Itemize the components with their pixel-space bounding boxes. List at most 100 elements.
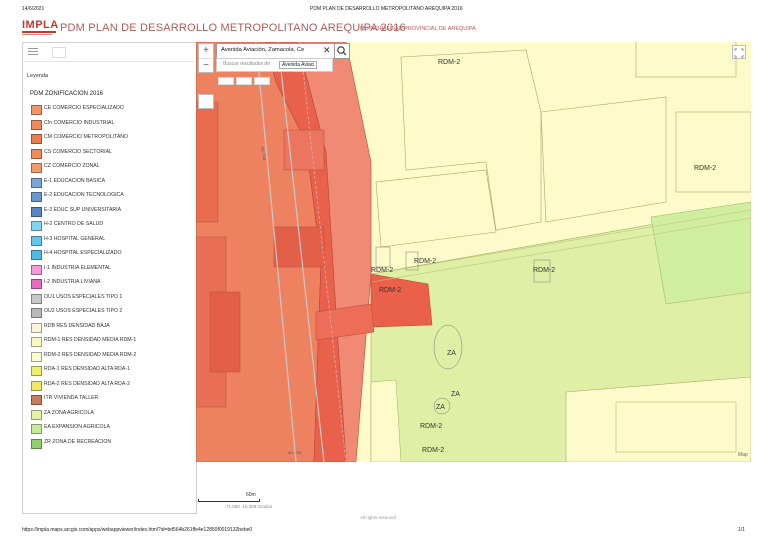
legend-label: RDB RES DENSIDAD BAJA: [44, 322, 110, 329]
label-rdm2-e: RDM-2: [533, 267, 555, 274]
legend-item: EA EXPANSION AGRICOLA: [31, 423, 191, 438]
legend-item: E-2 EDUCACION TECNOLOGICA: [31, 191, 191, 206]
legend-item: RDM-1 RES DENSIDAD MEDIA RDM-1: [31, 336, 191, 351]
legend-item: H-3 HOSPITAL GENERAL: [31, 235, 191, 250]
label-rdm2-b: RDM-2: [694, 165, 716, 172]
label-rdm2-d: RDM-2: [414, 258, 436, 265]
rdm2-zone-south: [565, 376, 751, 462]
cm-block-c: [209, 291, 241, 373]
label-road-b: AV. 743: [288, 450, 302, 455]
legend-heading: Leyenda: [27, 73, 49, 79]
logo-rule: [22, 31, 56, 33]
label-za-b: ZA: [451, 391, 460, 398]
legend-swatch: [31, 351, 42, 362]
label-rdm2-g: RDM-2: [420, 423, 442, 430]
legend-label: CZ COMERCIO ZONAL: [44, 163, 100, 169]
legend-label: I-1 INDUSTRIA ELEMENTAL: [44, 264, 112, 271]
suggestion-prefix: Buscar resultados de: [223, 61, 270, 67]
legend-label: E-3 EDUC SUP UNIVERSITARIA: [44, 206, 122, 213]
legend-swatch: [31, 264, 42, 275]
legend-swatch: [31, 105, 42, 115]
legend-item: E-3 EDUC SUP UNIVERSITARIA: [31, 206, 191, 221]
fullscreen-icon[interactable]: [732, 45, 746, 59]
tab-1[interactable]: [218, 77, 234, 85]
legend-swatch: [31, 279, 42, 289]
legend-label: H-3 HOSPITAL GENERAL: [44, 235, 106, 242]
legend-label: RDA-1 RES DENSIDAD ALTA RDA-1: [44, 366, 130, 372]
legend-swatch: [31, 322, 42, 333]
legend-swatch: [31, 308, 42, 318]
print-page-number: 1/1: [738, 527, 745, 533]
print-url: https://impla.maps.arcgis.com/apps/webap…: [22, 527, 253, 533]
label-rdm2-f: RDM-2: [379, 287, 401, 294]
tab-2[interactable]: [236, 77, 252, 85]
legend-swatch: [31, 221, 42, 231]
legend-swatch: [31, 409, 42, 420]
suggestion-highlight: Avenida Aviaci: [279, 61, 318, 69]
legend-swatch: [31, 192, 42, 202]
legend-swatch: [31, 134, 42, 144]
legend-label: H-2 CENTRO DE SALUD: [44, 221, 104, 227]
legend-label: ITR VIVIENDA TALLER: [44, 395, 99, 401]
legend-item: ZR ZONA DE RECREACION: [31, 438, 191, 453]
rdm2-zone-sw: [370, 379, 402, 462]
label-rdm2-a: RDM-2: [438, 59, 460, 66]
legend-item: RDB RES DENSIDAD BAJA: [31, 322, 191, 337]
legend-label: I-2 INDUSTRIA LIVIANA: [44, 279, 101, 285]
layer-list-icon[interactable]: [52, 47, 66, 58]
scale-label: 60m: [246, 492, 256, 498]
home-button[interactable]: [198, 94, 214, 109]
search-input[interactable]: Avenida Aviación, Zamacola, Ce ✕: [216, 43, 335, 59]
legend-item: CE COMERCIO ESPECIALIZADO: [31, 104, 191, 119]
legend-label: CE COMERCIO ESPECIALIZADO: [44, 105, 124, 111]
layer-title: PDM ZONIFICACION 2016: [30, 91, 104, 97]
legend-item: E-1 EDUCACION BASICA: [31, 177, 191, 192]
app-title: PDM PLAN DE DESARROLLO METROPOLITANO ARE…: [60, 22, 406, 34]
map-view[interactable]: RDM-2 RDM-2 RDM-2 RDM-2 RDM-2 RDM-2 RDM-…: [196, 42, 751, 462]
clear-icon[interactable]: ✕: [323, 45, 331, 56]
print-page-title: PDM PLAN DE DESARROLLO METROPOLITANO ARE…: [310, 6, 463, 12]
esri-attribution: Map: [738, 452, 748, 458]
label-rdm2-c: RDM-2: [371, 267, 393, 274]
legend-swatch: [31, 163, 42, 173]
menu-icon[interactable]: [28, 48, 38, 56]
legend-item: H-2 CENTRO DE SALUD: [31, 220, 191, 235]
scale-line: [198, 499, 260, 502]
print-date: 14/6/2021: [22, 6, 45, 12]
legend-label: E-1 EDUCACION BASICA: [44, 177, 106, 184]
legend-swatch: [31, 235, 42, 246]
legend-label: OU2 USOS ESPECIALES TIPO 2: [44, 308, 123, 314]
legend-swatch: [31, 380, 42, 391]
legend-label: EA EXPANSION AGRICOLA: [44, 424, 110, 430]
legend-item: ZA ZONA AGRICOLA: [31, 409, 191, 424]
legend-label: RDM-2 RES DENSIDAD MEDIA RDM-2: [44, 351, 137, 358]
legend-label: RDM-1 RES DENSIDAD MEDIA RDM-1: [44, 337, 137, 343]
legend-label: H-4 HOSPITAL ESPECIALIZADO: [44, 250, 122, 256]
app-subtitle: MUNICIPALIDAD PROVINCIAL DE AREQUIPA: [360, 26, 476, 32]
label-za-a: ZA: [447, 350, 456, 357]
legend-item: CS COMERCIO SECTORIAL: [31, 148, 191, 163]
legend-swatch: [31, 337, 42, 347]
legend-swatch: [31, 293, 42, 304]
panel-toolbar: [24, 45, 194, 62]
zoning-map[interactable]: RDM-2 RDM-2 RDM-2 RDM-2 RDM-2 RDM-2 RDM-…: [196, 42, 751, 462]
legend-label: ZR ZONA DE RECREACION: [44, 438, 112, 445]
search-suggestion[interactable]: Buscar resultados de Avenida Aviaci: [216, 58, 333, 72]
legend-item: H-4 HOSPITAL ESPECIALIZADO: [31, 249, 191, 264]
tab-3[interactable]: [254, 77, 270, 85]
cm-block-a: [196, 101, 219, 223]
legend-item: RDM-2 RES DENSIDAD MEDIA RDM-2: [31, 351, 191, 366]
rights-text: All rights reserved: [360, 515, 397, 520]
legend-swatch: [31, 177, 42, 188]
zoom-in-button[interactable]: +: [199, 44, 213, 58]
logo-rule-thin: [22, 34, 52, 35]
coordinates-readout: 71.560 -16.368 Grados: [226, 504, 273, 509]
impla-logo: IMPLA: [22, 19, 58, 39]
search-button[interactable]: [334, 43, 350, 59]
zoom-out-button[interactable]: −: [199, 58, 213, 73]
legend-item: RDA-2 RES DENSIDAD ALTA RDA-2: [31, 380, 191, 395]
label-za-c: ZA: [436, 404, 445, 411]
legend-swatch: [31, 148, 42, 159]
legend-item: I-2 INDUSTRIA LIVIANA: [31, 278, 191, 293]
legend-item: ITR VIVIENDA TALLER: [31, 394, 191, 409]
